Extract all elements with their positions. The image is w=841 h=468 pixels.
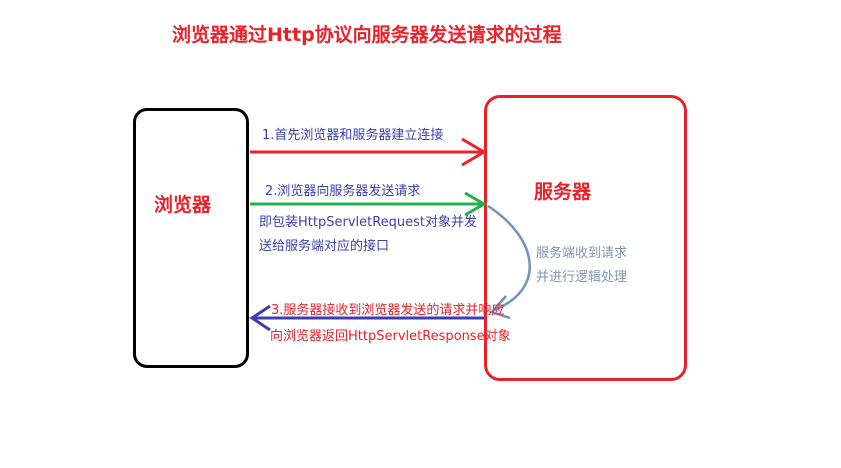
step1-label: 1.首先浏览器和服务器建立连接 <box>262 128 444 143</box>
step2-label-line3: 送给服务端对应的接口 <box>259 239 390 254</box>
step3-label-line1: 3.服务器接收到浏览器发送的请求并响应 <box>271 303 505 318</box>
arrows-layer <box>249 137 531 332</box>
step3-label-line2: 向浏览器返回HttpServletResponse对象 <box>270 329 511 344</box>
server-note-line2: 并进行逻辑处理 <box>536 270 628 285</box>
step2-label-line2: 即包装HttpServletRequest对象并发 <box>259 215 478 230</box>
server-note-line1: 服务端收到请求 <box>536 246 628 261</box>
step2-label-line1: 2.浏览器向服务器发送请求 <box>265 184 421 199</box>
